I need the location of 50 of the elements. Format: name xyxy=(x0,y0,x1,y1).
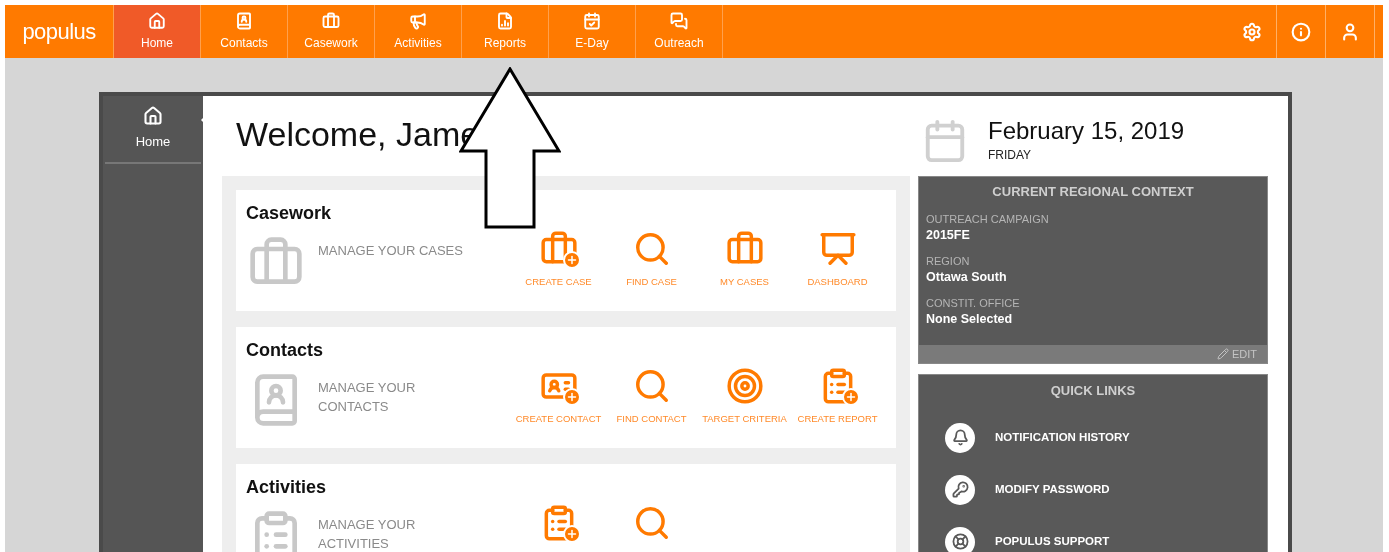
key-icon xyxy=(945,474,975,505)
nav-tab[interactable]: Casework xyxy=(287,5,374,58)
address-book-icon xyxy=(235,11,253,30)
bell-icon xyxy=(945,422,975,453)
nav-tab[interactable]: Reports xyxy=(461,5,548,58)
nav-tab[interactable]: Outreach xyxy=(635,5,722,58)
field-label: CONSTIT. OFFICE xyxy=(926,295,1021,310)
section-title: Contacts xyxy=(246,339,324,362)
section-description: MANAGE YOUR CASES xyxy=(318,242,464,260)
action-link[interactable]: FIND CONTACT xyxy=(605,366,698,427)
weekday: FRIDAY xyxy=(988,147,1033,164)
action-link[interactable]: CREATE REPORT xyxy=(791,366,884,427)
edit-button[interactable]: EDIT xyxy=(1216,345,1257,363)
panel-title: QUICK LINKS xyxy=(1049,382,1137,400)
settings-icon xyxy=(1241,21,1262,42)
megaphone-icon xyxy=(409,11,427,30)
section-title: Casework xyxy=(246,202,333,225)
report-icon xyxy=(496,11,514,30)
section-title: Activities xyxy=(246,476,328,499)
user-icon xyxy=(1340,21,1360,42)
panel-title: CURRENT REGIONAL CONTEXT xyxy=(991,183,1195,201)
chat-bubbles-icon xyxy=(670,11,688,30)
field-label: REGION xyxy=(926,253,971,268)
home-icon xyxy=(143,106,163,126)
home-icon xyxy=(148,11,166,30)
action-link[interactable]: TARGET CRITERIA xyxy=(698,366,791,427)
section-description: MANAGE YOUR ACTIVITIES xyxy=(318,516,417,552)
action-link[interactable]: MY CASES xyxy=(698,229,791,290)
briefcase-icon xyxy=(322,11,340,30)
app-logo[interactable]: populus xyxy=(22,15,96,48)
action-link[interactable]: CREATE CASE xyxy=(512,229,605,290)
action-link[interactable]: DASHBOARD xyxy=(791,229,884,290)
pencil-icon xyxy=(1216,348,1229,360)
info-icon xyxy=(1291,21,1311,42)
field-value: None Selected xyxy=(926,310,1014,328)
action-link[interactable]: CREATE CONTACT xyxy=(512,366,605,427)
field-label: OUTREACH CAMPAIGN xyxy=(926,211,1050,226)
nav-tab[interactable]: Home xyxy=(113,5,200,58)
quick-link[interactable]: NOTIFICATION HISTORY xyxy=(945,422,1267,453)
current-date: February 15, 2019 xyxy=(988,116,1185,146)
field-value: 2015FE xyxy=(926,226,971,244)
calendar-check-icon xyxy=(583,11,601,30)
quick-link[interactable]: MODIFY PASSWORD xyxy=(945,474,1267,505)
nav-tab[interactable]: Activities xyxy=(374,5,461,58)
field-value: Ottawa South xyxy=(926,268,1008,286)
section-description: MANAGE YOUR CONTACTS xyxy=(318,379,417,416)
action-link[interactable]: FIND CASE xyxy=(605,229,698,290)
nav-tab[interactable]: E-Day xyxy=(548,5,635,58)
nav-tab[interactable]: Contacts xyxy=(200,5,287,58)
quick-link[interactable]: POPULUS SUPPORT xyxy=(945,526,1267,552)
